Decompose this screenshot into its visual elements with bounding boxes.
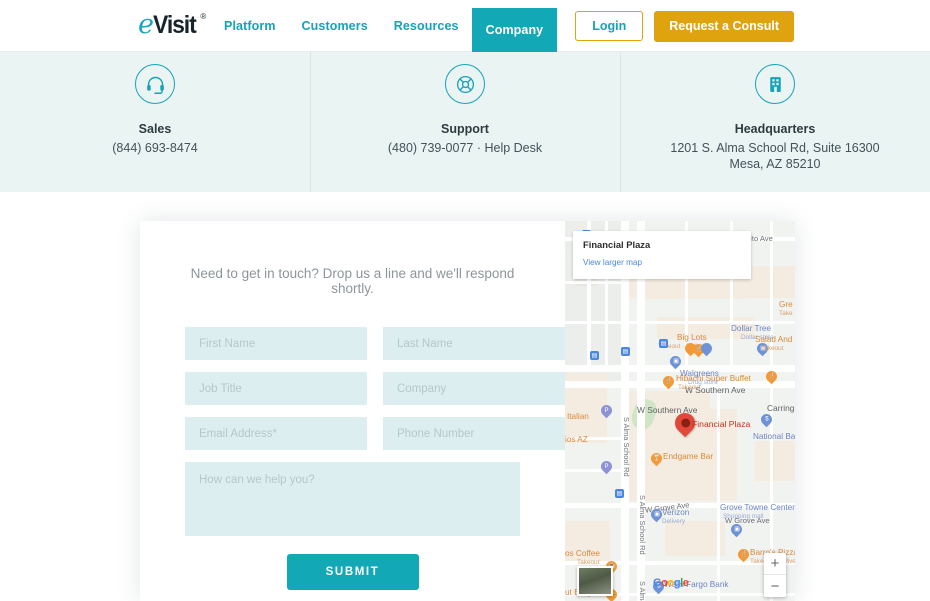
map-poi-sublabel: Take	[779, 310, 793, 317]
street-view-thumbnail[interactable]	[577, 566, 613, 596]
company-input[interactable]	[383, 372, 565, 405]
headset-icon	[135, 64, 175, 104]
google-map-embed[interactable]: Frito Ave W Southern Ave W Southern Ave …	[565, 221, 795, 601]
map-zoom-controls[interactable]: + −	[764, 553, 786, 597]
site-header: e Visit ® Platform Customers Resources Com…	[0, 0, 930, 52]
form-row-contact	[185, 417, 565, 450]
map-poi-label: Salad And	[755, 335, 793, 344]
google-logo: Google	[653, 577, 689, 589]
submit-button[interactable]: SUBMIT	[286, 554, 419, 590]
map-poi-sublabel: Takeout	[761, 345, 784, 352]
map-street-label-vertical: S Alma Sc	[637, 581, 647, 601]
map-main-marker-label: Financial Plaza	[692, 419, 751, 429]
email-input[interactable]	[185, 417, 367, 450]
map-road	[565, 469, 621, 472]
map-poi-label: National Ba	[753, 432, 795, 441]
nav-item-company[interactable]: Company	[471, 8, 558, 52]
lifebuoy-icon	[445, 64, 485, 104]
contact-title-sales: Sales	[138, 122, 172, 136]
map-transit-icon[interactable]: ▤	[659, 339, 668, 348]
request-consult-button[interactable]: Request a Consult	[654, 10, 794, 42]
map-info-title: Financial Plaza	[583, 239, 651, 250]
map-poi-label: os Coffee	[565, 549, 600, 558]
view-larger-map-link[interactable]: View larger map	[583, 258, 642, 267]
map-poi-label: Gre	[779, 300, 793, 309]
contact-page: e Visit ® Platform Customers Resources Com…	[0, 0, 930, 601]
map-poi-sublabel: Drug store	[688, 379, 718, 386]
logo-visit: Visit	[152, 11, 197, 39]
zoom-out-button[interactable]: −	[764, 575, 786, 597]
contact-address-line2: Mesa, AZ 85210	[729, 157, 821, 172]
map-poi-label: Carring	[767, 403, 795, 413]
submit-row: SUBMIT	[185, 554, 520, 590]
nav-item-resources[interactable]: Resources	[381, 19, 472, 33]
map-info-card: Financial Plaza View larger map	[573, 231, 751, 279]
job-title-input[interactable]	[185, 372, 367, 405]
map-building	[755, 441, 795, 481]
contact-title-headquarters: Headquarters	[734, 122, 816, 136]
map-poi-label: Big Lots	[677, 333, 707, 342]
form-row-name	[185, 327, 565, 360]
first-name-input[interactable]	[185, 327, 367, 360]
contact-title-support: Support	[441, 122, 489, 136]
map-road	[565, 281, 621, 284]
zoom-in-button[interactable]: +	[764, 553, 786, 575]
nav-item-platform[interactable]: Platform	[211, 19, 289, 33]
main-navigation: Platform Customers Resources Company Log…	[211, 0, 794, 52]
last-name-input[interactable]	[383, 327, 565, 360]
phone-input[interactable]	[383, 417, 565, 450]
map-poi-label: Verizon	[662, 508, 690, 517]
contact-column-sales: Sales (844) 693-8474	[0, 52, 310, 192]
logo-e: e	[138, 9, 154, 40]
map-transit-icon[interactable]: ▤	[615, 489, 624, 498]
login-button[interactable]: Login	[575, 11, 644, 41]
map-poi-label: Dollar Tree	[731, 324, 772, 333]
map-poi-label: Grove Towne Center	[720, 503, 795, 512]
form-heading: Need to get in touch? Drop us a line and…	[190, 266, 515, 296]
contact-phone-sales[interactable]: (844) 693-8474	[112, 140, 197, 156]
contact-column-support: Support (480) 739-0077 · Help Desk	[310, 52, 620, 192]
message-textarea[interactable]	[185, 462, 520, 536]
logo-trademark-icon: ®	[200, 12, 207, 21]
contact-address-line1: 1201 S. Alma School Rd, Suite 16300	[670, 141, 880, 155]
map-street-label-vertical: S Alma School Rd	[621, 417, 631, 477]
map-street-label-vertical: S Alma School Rd	[637, 495, 647, 555]
map-poi-sublabel: Delivery	[662, 518, 686, 525]
map-poi-label: Walgreens	[680, 369, 719, 378]
map-transit-icon[interactable]: ▤	[590, 351, 599, 360]
main-content: Need to get in touch? Drop us a line and…	[0, 192, 930, 601]
contact-phone-support[interactable]: (480) 739-0077 · Help Desk	[388, 140, 542, 156]
contact-info-band: Sales (844) 693-8474 Support (480) 739-0…	[0, 52, 930, 192]
map-transit-icon[interactable]: ▤	[621, 347, 630, 356]
contact-card: Need to get in touch? Drop us a line and…	[140, 221, 795, 601]
building-icon	[755, 64, 795, 104]
contact-column-headquarters: Headquarters 1201 S. Alma School Rd, Sui…	[620, 52, 930, 192]
form-row-job	[185, 372, 565, 405]
map-poi-sublabel: Shopping mall	[723, 513, 764, 520]
map-building	[665, 521, 725, 556]
map-poi-label: ios AZ	[565, 435, 588, 444]
map-poi-label: Italian	[567, 412, 589, 421]
contact-form: Need to get in touch? Drop us a line and…	[140, 221, 565, 601]
nav-item-customers[interactable]: Customers	[289, 19, 381, 33]
evisit-logo[interactable]: e Visit ®	[138, 11, 206, 38]
map-poi-label: Endgame Bar	[663, 452, 714, 461]
